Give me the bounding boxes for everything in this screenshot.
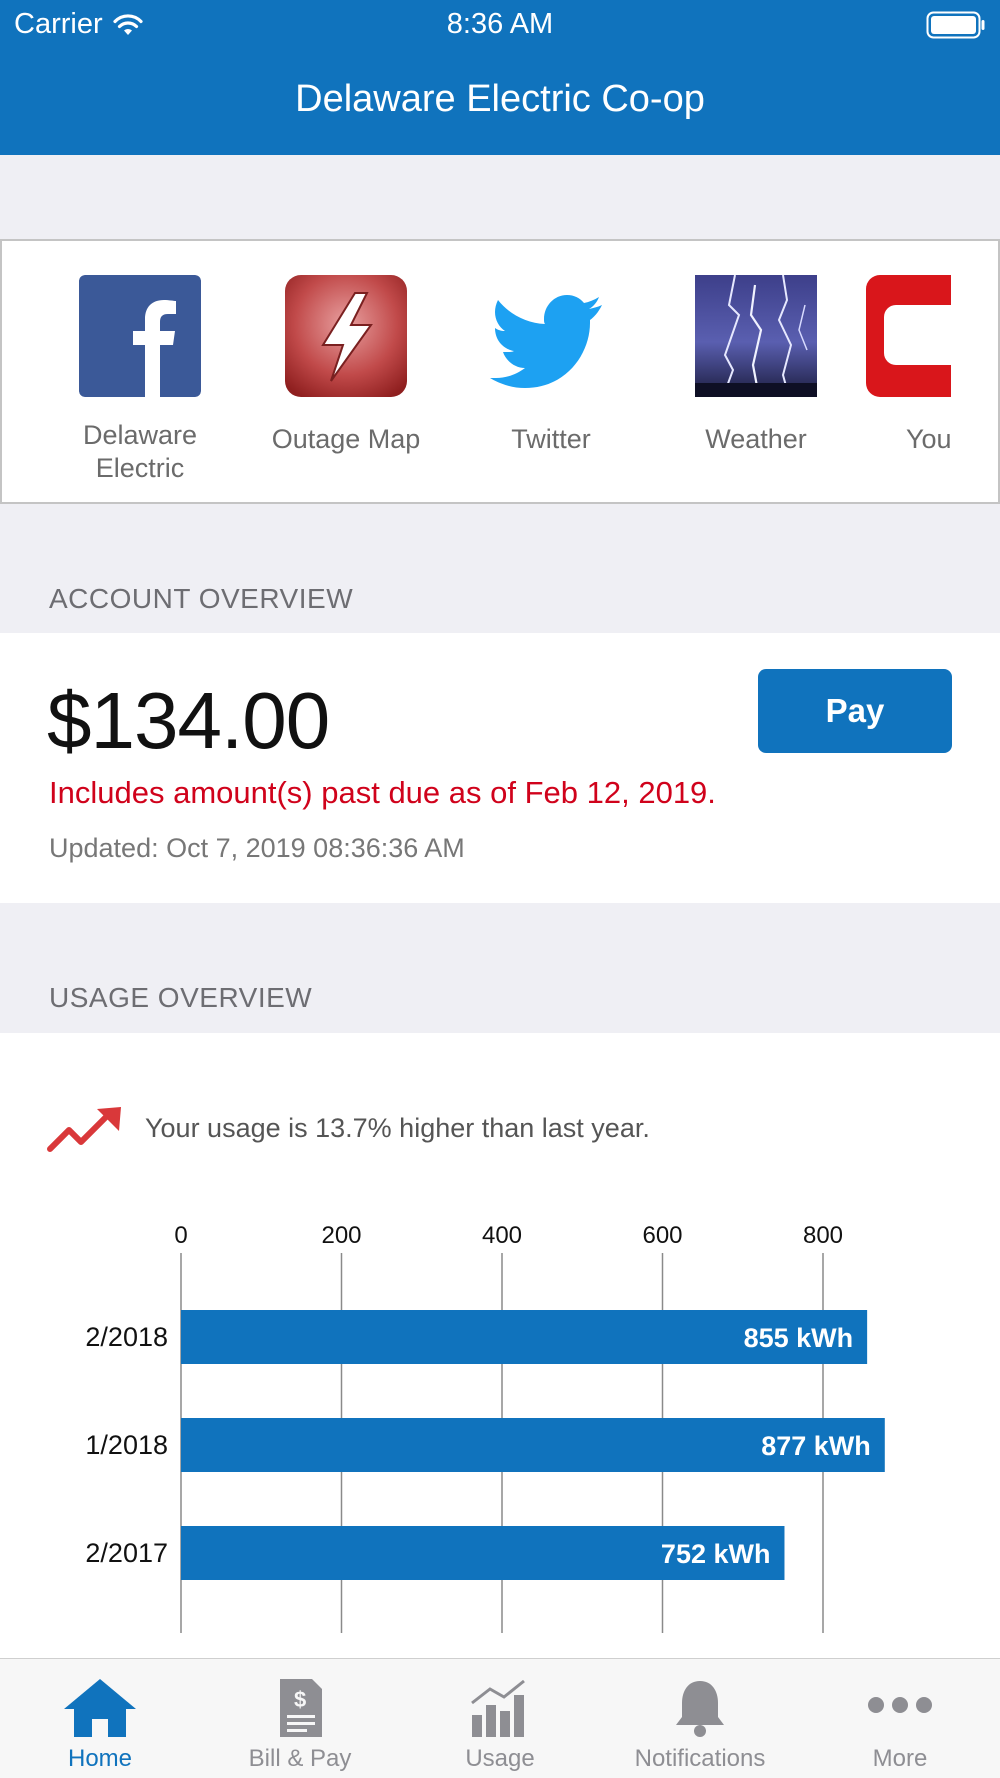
pay-button[interactable]: Pay xyxy=(758,669,952,753)
quick-link-facebook[interactable]: Delaware Electric xyxy=(45,275,235,485)
tab-notifications[interactable]: Notifications xyxy=(600,1659,800,1778)
quick-link-label: Delaware Electric xyxy=(82,420,198,483)
bell-icon xyxy=(676,1681,724,1737)
usage-bar-chart: 0 200 400 600 800 2/2018 855 kWh 1/2018 877 kWh 2… xyxy=(85,1222,885,1633)
x-tick-label: 800 xyxy=(803,1222,843,1249)
bar-value-label: 752 kWh xyxy=(661,1539,771,1569)
quick-links-carousel[interactable]: Delaware Electric Outage Map Twitter Wea… xyxy=(0,239,1000,504)
bar-value-label: 877 kWh xyxy=(761,1431,871,1461)
quick-link-label: You xyxy=(906,424,952,454)
tab-label: Bill & Pay xyxy=(248,1745,352,1772)
category-label: 2/2017 xyxy=(85,1538,168,1568)
storm-weather-icon xyxy=(695,275,817,397)
home-icon xyxy=(64,1679,136,1737)
balance-amount: $134.00 xyxy=(47,676,330,765)
quick-link-label: Weather xyxy=(705,424,807,454)
tab-label: More xyxy=(872,1745,928,1772)
tab-bill-pay[interactable]: $ Bill & Pay xyxy=(200,1659,400,1778)
twitter-icon xyxy=(490,275,612,397)
facebook-icon xyxy=(79,275,201,397)
usage-chart-icon xyxy=(471,1679,525,1737)
quick-link-youtube[interactable]: You xyxy=(866,275,986,456)
tab-usage[interactable]: Usage xyxy=(400,1659,600,1778)
category-label: 2/2018 xyxy=(85,1322,168,1352)
tab-home[interactable]: Home xyxy=(0,1659,200,1778)
account-card: $134.00 Pay Includes amount(s) past due … xyxy=(0,633,1000,903)
category-label: 1/2018 xyxy=(85,1430,168,1460)
x-tick-label: 600 xyxy=(642,1222,682,1249)
quick-link-label: Twitter xyxy=(511,424,591,454)
x-tick-label: 400 xyxy=(482,1222,522,1249)
tab-bar: Home $ Bill & Pay Usage Notifications Mo… xyxy=(0,1658,1000,1778)
tab-label: Notifications xyxy=(634,1745,766,1772)
more-dots-icon xyxy=(868,1697,932,1713)
quick-link-outage-map[interactable]: Outage Map xyxy=(251,275,441,456)
account-section-title: ACCOUNT OVERVIEW xyxy=(49,583,354,614)
tab-label: Home xyxy=(67,1745,133,1772)
youtube-icon xyxy=(866,275,951,397)
x-tick-label: 0 xyxy=(174,1222,187,1249)
quick-link-label: Outage Map xyxy=(271,424,421,454)
past-due-notice: Includes amount(s) past due as of Feb 12… xyxy=(49,775,716,810)
updated-timestamp: Updated: Oct 7, 2019 08:36:36 AM xyxy=(49,833,465,863)
tab-label: Usage xyxy=(465,1745,535,1772)
page-title: Delaware Electric Co-op xyxy=(295,78,705,120)
lightning-bolt-icon xyxy=(285,275,407,397)
usage-card: Your usage is 13.7% higher than last yea… xyxy=(0,1033,1000,1658)
status-time: 8:36 AM xyxy=(446,8,554,40)
usage-section-title: USAGE OVERVIEW xyxy=(49,982,313,1013)
tab-more[interactable]: More xyxy=(800,1659,1000,1778)
bill-icon: $ xyxy=(280,1679,322,1737)
bar-value-label: 855 kWh xyxy=(744,1323,854,1353)
app-header: Carrier 8:36 AM Delaware Electric Co-op xyxy=(0,0,1000,155)
quick-link-weather[interactable]: Weather xyxy=(661,275,851,456)
battery-icon xyxy=(926,11,985,39)
x-tick-label: 200 xyxy=(321,1222,361,1249)
svg-text:$: $ xyxy=(294,1687,306,1712)
quick-link-twitter[interactable]: Twitter xyxy=(456,275,646,456)
